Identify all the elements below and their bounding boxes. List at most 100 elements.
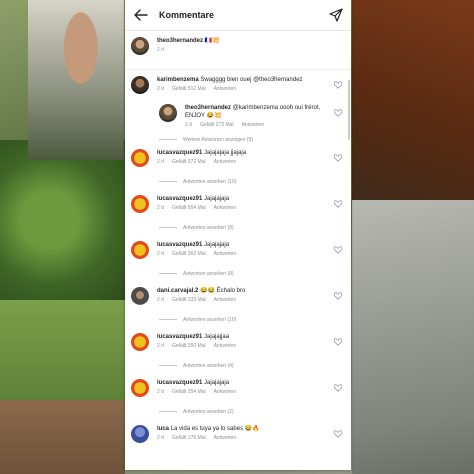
avatar[interactable] <box>131 37 149 55</box>
like-button[interactable] <box>333 291 343 301</box>
share-button[interactable] <box>327 6 345 24</box>
view-replies[interactable]: Antworten ansehen (9) <box>125 221 351 235</box>
timestamp: 2 d <box>157 159 164 166</box>
timestamp: 2 d <box>157 297 164 304</box>
back-button[interactable] <box>131 5 151 25</box>
like-count[interactable]: Gefällt 354 Mal <box>172 389 206 396</box>
heart-icon <box>334 109 342 117</box>
reply-link[interactable]: Antworten <box>214 297 237 304</box>
reply-link[interactable]: Antworten <box>242 122 265 129</box>
avatar[interactable] <box>131 286 149 305</box>
username[interactable]: lucasvazquez91 <box>157 196 202 202</box>
like-button[interactable] <box>333 429 343 439</box>
like-button[interactable] <box>333 153 343 163</box>
username[interactable]: lucasvazquez91 <box>157 242 202 248</box>
heart-icon <box>334 246 342 254</box>
comment-item: luca La vida es tuya ya lo sabes 😂🔥 2 d … <box>125 424 351 443</box>
view-replies[interactable]: Antworten ansehen (10) <box>125 175 351 189</box>
caption-text: 🇫🇷💥 <box>204 38 220 44</box>
scrollbar[interactable] <box>348 80 350 140</box>
post-caption: theo3hernandez 🇫🇷💥 2 d <box>125 31 351 70</box>
like-button[interactable] <box>333 337 343 347</box>
username[interactable]: lucasvazquez91 <box>157 380 202 386</box>
view-replies[interactable]: Antworten ansehen (2) <box>125 405 351 419</box>
paper-plane-icon <box>329 8 343 22</box>
timestamp: 2 d <box>157 205 164 212</box>
heart-icon <box>334 81 342 89</box>
timestamp: 2 d <box>185 122 192 129</box>
heart-icon <box>334 430 342 438</box>
avatar[interactable] <box>131 194 149 213</box>
avatar[interactable] <box>131 76 149 94</box>
comment-text: Jajajajaja <box>204 195 230 202</box>
view-replies[interactable]: Antworten ansehen (9) <box>125 267 351 281</box>
like-button[interactable] <box>333 383 343 393</box>
view-more-replies[interactable]: Weitere Antworten anzeigen (9) <box>125 133 351 147</box>
comments-screen: Kommentare theo3hernandez 🇫🇷💥 2 d karimb… <box>125 0 351 470</box>
background-person <box>28 0 124 160</box>
like-count[interactable]: Gefällt 176 Mal <box>172 435 206 442</box>
timestamp: 2 d <box>157 389 164 396</box>
timestamp: 2 d <box>157 47 164 54</box>
avatar[interactable] <box>131 424 149 443</box>
reply-link[interactable]: Antworten <box>214 86 237 93</box>
comment-text: Jajajajaja jjajaja <box>204 149 247 156</box>
avatar[interactable] <box>131 148 149 167</box>
reply-link[interactable]: Antworten <box>214 159 237 166</box>
reply-link[interactable]: Antworten <box>214 343 237 350</box>
view-replies[interactable]: Antworten ansehen (4) <box>125 359 351 373</box>
comment-item: lucasvazquez91 Jajajajaja 2 d Gefällt 50… <box>125 194 351 213</box>
like-button[interactable] <box>333 245 343 255</box>
background-bench <box>0 400 125 474</box>
like-count[interactable]: Gefällt 363 Mal <box>172 251 206 258</box>
comment-text: Jajajajaja <box>204 241 230 248</box>
heart-icon <box>334 338 342 346</box>
top-bar: Kommentare <box>125 0 351 31</box>
comment-text: Jajajajjaa <box>204 333 230 340</box>
like-count[interactable]: Gefällt 504 Mal <box>172 205 206 212</box>
background-stone <box>352 200 474 474</box>
like-count[interactable]: Gefällt 350 Mal <box>172 343 206 350</box>
reply-link[interactable]: Antworten <box>214 435 237 442</box>
timestamp: 2 d <box>157 435 164 442</box>
reply-link[interactable]: Antworten <box>214 389 237 396</box>
like-count[interactable]: Gefällt 333 Mal <box>172 297 206 304</box>
comment-item: lucasvazquez91 Jajajajaja 2 d Gefällt 36… <box>125 240 351 259</box>
comment-item: dani.carvajal.2 😂😂 Échalo bro 2 d Gefäll… <box>125 286 351 305</box>
like-count[interactable]: Gefällt 512 Mal <box>172 86 206 93</box>
comment-item: lucasvazquez91 Jajajajaja 2 d Gefällt 35… <box>125 378 351 397</box>
avatar[interactable] <box>131 378 149 397</box>
username[interactable]: karimbenzema <box>157 77 199 83</box>
avatar[interactable] <box>159 104 177 122</box>
username[interactable]: theo3hernandez <box>157 38 203 44</box>
like-count[interactable]: Gefällt 272 Mal <box>200 122 234 129</box>
heart-icon <box>334 384 342 392</box>
timestamp: 2 d <box>157 343 164 350</box>
reply-item: theo3hernandez @karimbenzema oooh oui fr… <box>125 104 351 129</box>
like-button[interactable] <box>333 199 343 209</box>
page-title: Kommentare <box>159 10 215 20</box>
view-replies[interactable]: Antworten ansehen (10) <box>125 313 351 327</box>
like-button[interactable] <box>333 108 343 118</box>
comment-text: 😂😂 Échalo bro <box>200 287 246 294</box>
comment-text: Swagggg bien ouej @theo3hernandez <box>200 77 303 83</box>
username[interactable]: lucasvazquez91 <box>157 150 202 156</box>
username[interactable]: luca <box>157 426 169 432</box>
reply-link[interactable]: Antworten <box>214 205 237 212</box>
username[interactable]: lucasvazquez91 <box>157 334 202 340</box>
avatar[interactable] <box>131 240 149 259</box>
username[interactable]: theo3hernandez <box>185 105 231 111</box>
reply-link[interactable]: Antworten <box>214 251 237 258</box>
heart-icon <box>334 200 342 208</box>
heart-icon <box>334 154 342 162</box>
arrow-left-icon <box>134 9 148 21</box>
comment-item: karimbenzema Swagggg bien ouej @theo3her… <box>125 76 351 94</box>
comment-text: Jajajajaja <box>204 379 230 386</box>
like-button[interactable] <box>333 80 343 90</box>
username[interactable]: dani.carvajal.2 <box>157 288 198 294</box>
background-rust-sculpture <box>352 0 474 220</box>
heart-icon <box>334 292 342 300</box>
like-count[interactable]: Gefällt 372 Mal <box>172 159 206 166</box>
comment-text: La vida es tuya ya lo sabes 😂🔥 <box>170 425 260 432</box>
avatar[interactable] <box>131 332 149 351</box>
